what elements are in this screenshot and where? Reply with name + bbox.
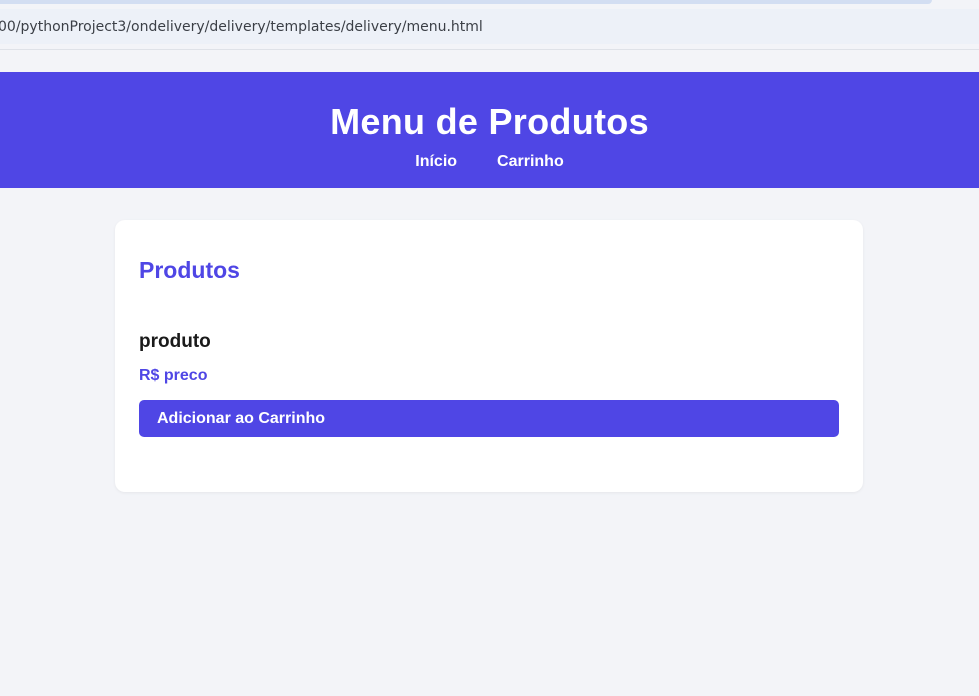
- page-title: Menu de Produtos: [330, 101, 649, 142]
- add-to-cart-button[interactable]: Adicionar ao Carrinho: [139, 400, 839, 437]
- nav-link-inicio[interactable]: Início: [415, 152, 457, 172]
- product-item: produto R$ preco Adicionar ao Carrinho: [139, 330, 839, 437]
- main-nav: Início Carrinho: [0, 152, 979, 172]
- product-price: R$ preco: [139, 367, 208, 384]
- address-url[interactable]: 00/pythonProject3/ondelivery/delivery/te…: [0, 19, 483, 35]
- tab-strip: [0, 0, 932, 4]
- products-card: Produtos produto R$ preco Adicionar ao C…: [115, 220, 863, 492]
- address-bar[interactable]: 00/pythonProject3/ondelivery/delivery/te…: [0, 9, 979, 44]
- site-header: Menu de Produtos Início Carrinho: [0, 72, 979, 188]
- product-name: produto: [139, 331, 211, 352]
- nav-link-carrinho[interactable]: Carrinho: [497, 152, 564, 172]
- section-title: Produtos: [139, 257, 240, 283]
